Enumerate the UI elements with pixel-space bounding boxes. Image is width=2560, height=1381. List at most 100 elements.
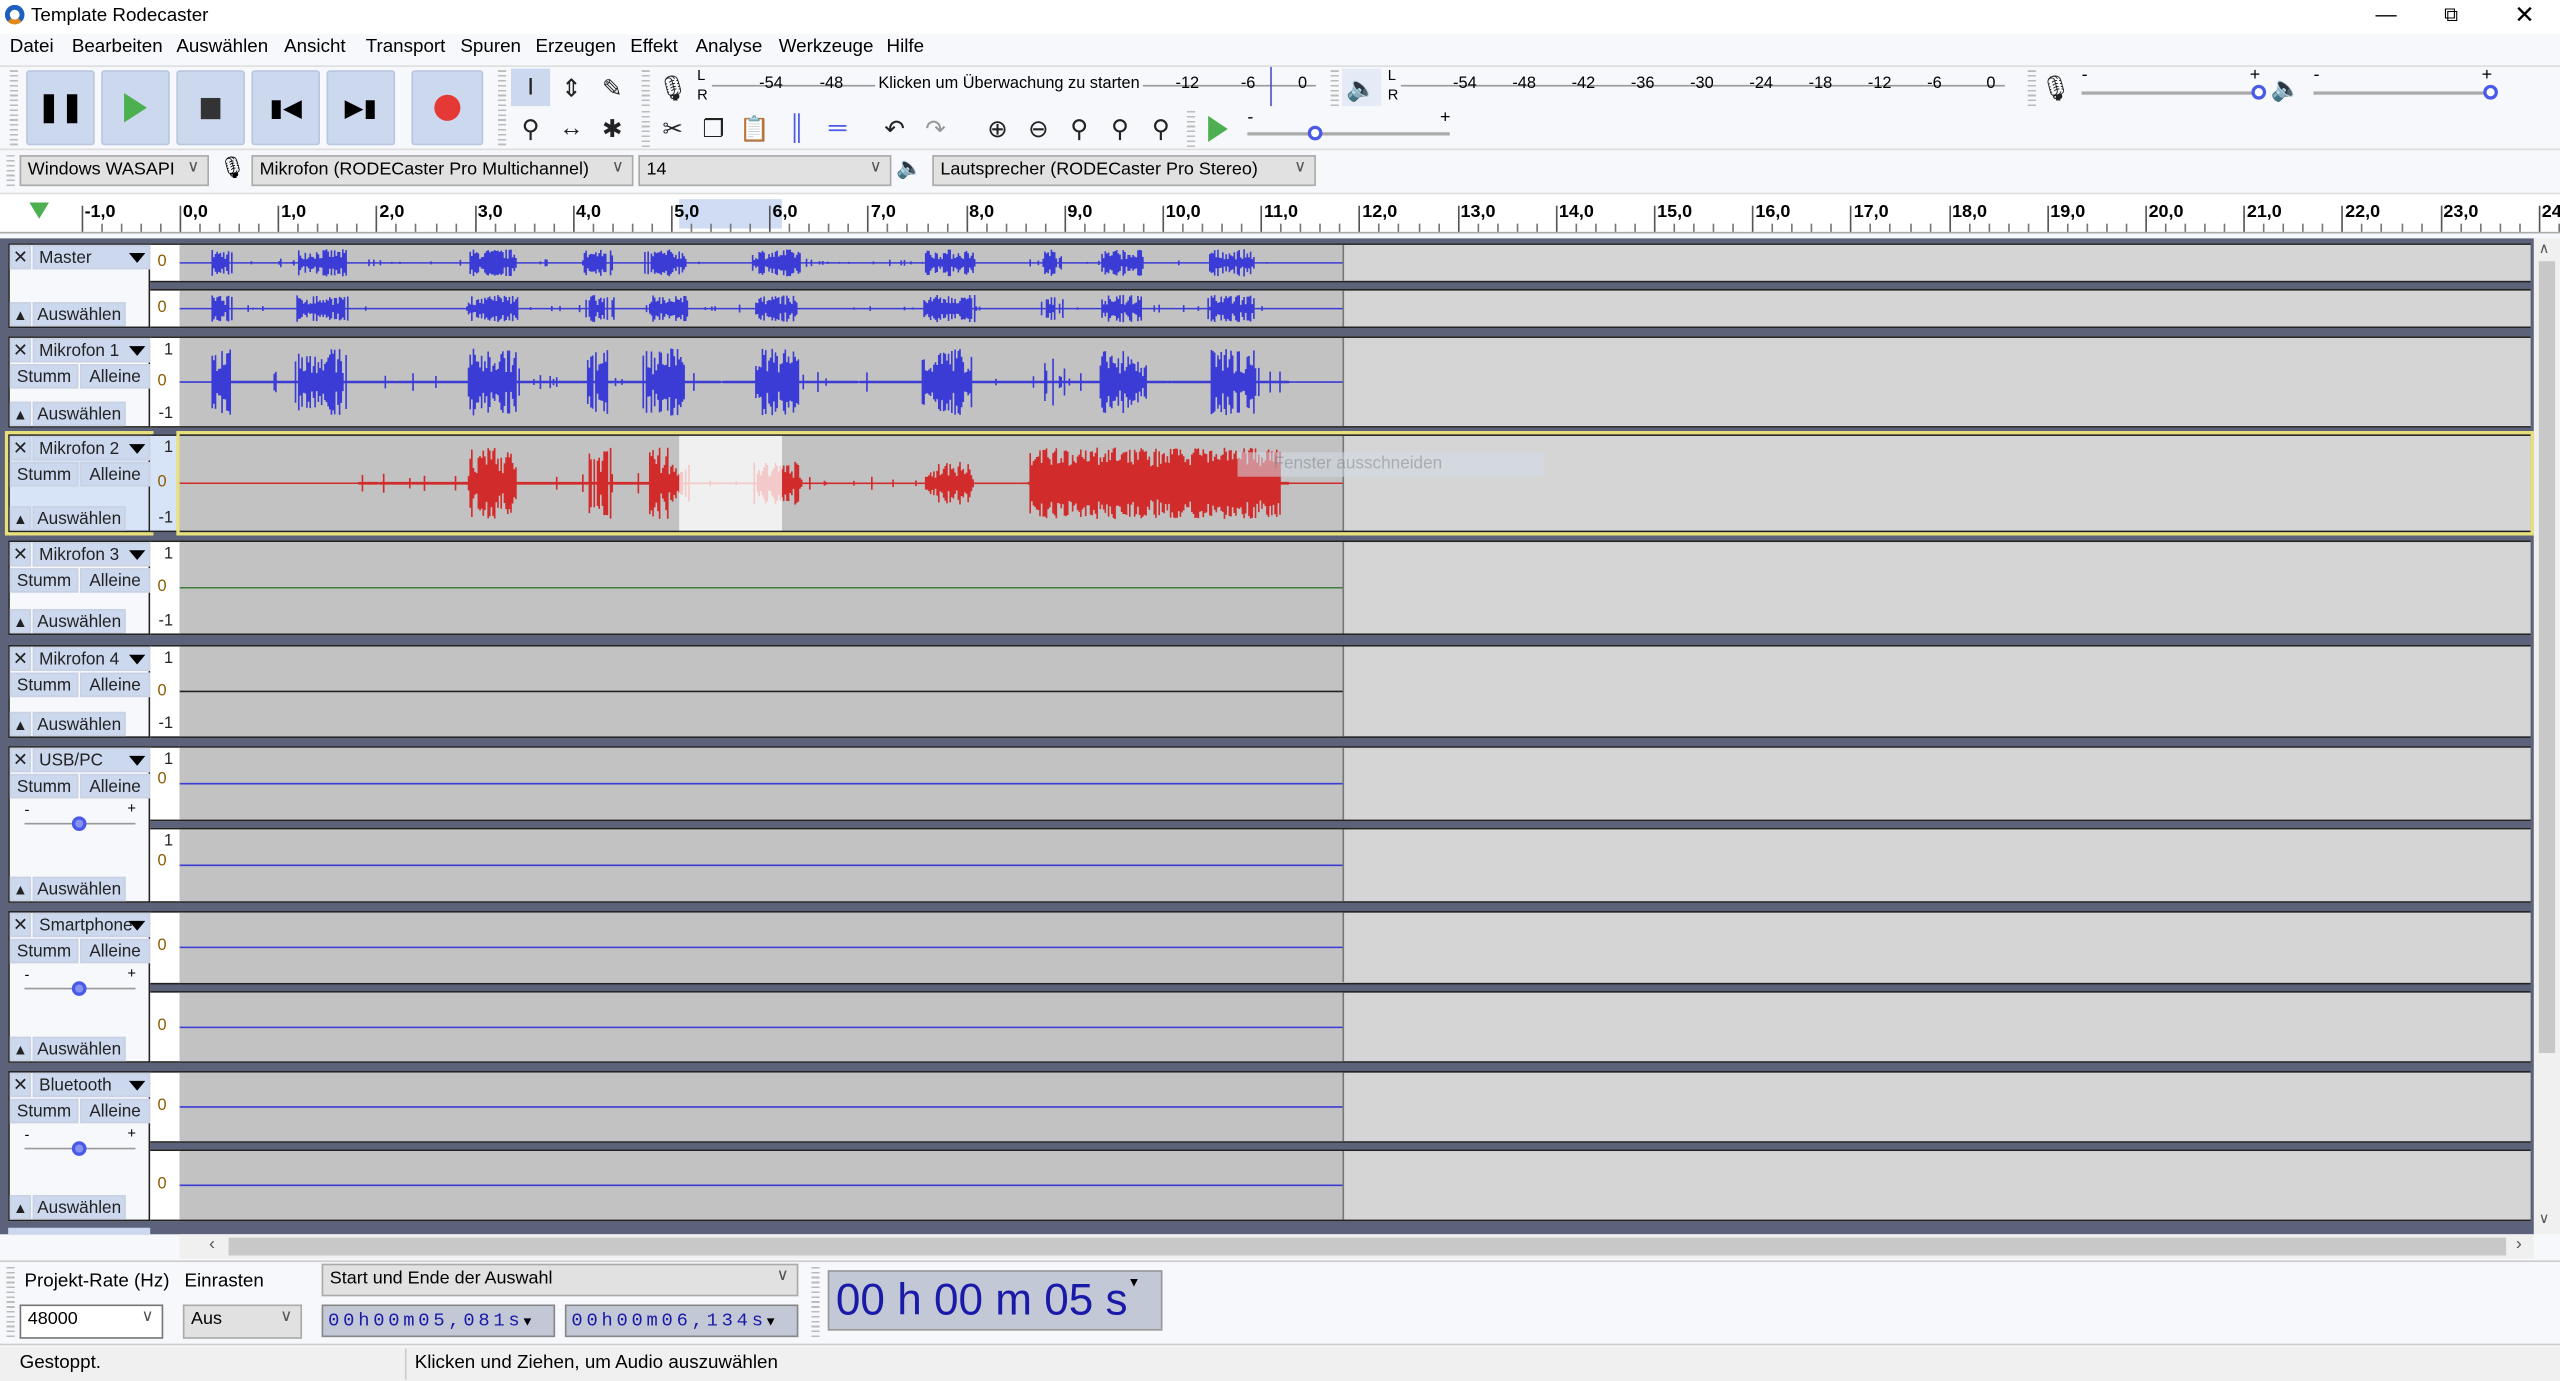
- menu-ansicht[interactable]: Ansicht: [284, 38, 346, 58]
- solo-button[interactable]: Alleine: [79, 568, 151, 593]
- track-name-menu[interactable]: USB/PC: [32, 747, 151, 773]
- stop-button[interactable]: [176, 70, 245, 146]
- solo-button[interactable]: Alleine: [79, 462, 151, 487]
- project-rate-select[interactable]: 48000 ∨: [19, 1304, 164, 1339]
- mute-button[interactable]: Stumm: [9, 938, 79, 964]
- track-header[interactable]: ✕ Mikrofon 2 Stumm Alleine ▲ Auswählen: [4, 431, 154, 536]
- select-track-button[interactable]: Auswählen: [32, 876, 126, 902]
- collapse-track-icon[interactable]: ▲: [9, 1195, 32, 1220]
- vertical-ruler[interactable]: 0: [150, 288, 180, 329]
- menu-werkzeuge[interactable]: Werkzeuge: [779, 38, 874, 58]
- menu-hilfe[interactable]: Hilfe: [887, 38, 925, 58]
- vertical-ruler[interactable]: 1 0 -1: [150, 644, 180, 738]
- menu-bearbeiten[interactable]: Bearbeiten: [72, 38, 163, 58]
- solo-button[interactable]: Alleine: [79, 938, 151, 964]
- minimize-icon[interactable]: —: [2376, 2, 2397, 26]
- mute-button[interactable]: Stumm: [9, 773, 79, 799]
- menu-analyse[interactable]: Analyse: [696, 38, 763, 58]
- vertical-ruler[interactable]: 10: [150, 746, 180, 822]
- waveform[interactable]: [179, 747, 2531, 820]
- waveform[interactable]: [179, 337, 2531, 427]
- waveform[interactable]: [179, 1072, 2531, 1142]
- selection-tool-icon[interactable]: I: [511, 68, 551, 107]
- collapse-track-icon[interactable]: ▲: [9, 302, 32, 327]
- slider-thumb[interactable]: [71, 981, 87, 996]
- play-button[interactable]: [101, 70, 170, 146]
- track-header[interactable]: ✕ Bluetooth Stumm Alleine - + ▲ Auswählen: [8, 1071, 151, 1222]
- solo-button[interactable]: Alleine: [79, 672, 151, 698]
- zoom-in-icon[interactable]: ⊕: [978, 109, 1017, 147]
- close-track-icon[interactable]: ✕: [9, 1072, 32, 1098]
- selection-mode-select[interactable]: Start und Ende der Auswahl ∨: [321, 1263, 799, 1297]
- select-track-button[interactable]: Auswählen: [32, 711, 126, 737]
- scroll-left-icon[interactable]: ‹: [209, 1234, 215, 1254]
- menu-auswaehlen[interactable]: Auswählen: [176, 38, 268, 58]
- slider-thumb[interactable]: [71, 816, 87, 832]
- close-track-icon[interactable]: ✕: [9, 337, 32, 363]
- track-name-menu[interactable]: Mikrofon 3: [32, 542, 151, 567]
- menu-transport[interactable]: Transport: [366, 38, 446, 58]
- recording-volume-slider[interactable]: [2081, 91, 2262, 95]
- playback-device-select[interactable]: Lautsprecher (RODECaster Pro Stereo) ∨: [932, 155, 1316, 187]
- scrollbar-thumb[interactable]: [2538, 261, 2556, 1054]
- dropdown-arrow-icon[interactable]: ▼: [1128, 1275, 1141, 1290]
- restore-icon[interactable]: ⧉: [2444, 3, 2458, 27]
- dropdown-arrow-icon[interactable]: ▼: [767, 1316, 779, 1331]
- scroll-up-icon[interactable]: ∧: [2539, 240, 2550, 258]
- slider-thumb[interactable]: [2251, 84, 2267, 100]
- selection-start-field[interactable]: 00h00m05,081s▼: [321, 1304, 556, 1338]
- waveform[interactable]: [179, 435, 2531, 531]
- track-header[interactable]: ✕ Mikrofon 3 Stumm Alleine ▲ Auswählen: [8, 540, 151, 636]
- slider-thumb[interactable]: [1307, 125, 1323, 141]
- channel-view[interactable]: [179, 746, 2531, 822]
- copy-icon[interactable]: ❐: [694, 109, 733, 147]
- vertical-ruler[interactable]: 0: [150, 1071, 180, 1143]
- close-track-icon[interactable]: ✕: [9, 542, 32, 567]
- recording-channels-select[interactable]: 14 ∨: [638, 155, 892, 187]
- track-header[interactable]: ✕ Master ▲ Auswählen: [8, 243, 151, 329]
- track-header[interactable]: ✕ Mikrofon 4 Stumm Alleine ▲ Auswählen: [8, 644, 151, 738]
- track-header[interactable]: ✕ USB/PC Stumm Alleine - + ▲ Auswählen: [8, 746, 151, 903]
- vertical-ruler[interactable]: 1 0 -1: [150, 336, 180, 428]
- multi-tool-icon[interactable]: ✱: [593, 109, 632, 147]
- zoom-out-icon[interactable]: ⊖: [1019, 109, 1058, 147]
- channel-view[interactable]: [179, 990, 2531, 1063]
- collapse-track-icon[interactable]: ▲: [9, 1036, 32, 1062]
- channel-view[interactable]: Fenster ausschneiden: [176, 431, 2534, 536]
- scrollbar-thumb[interactable]: [228, 1237, 2507, 1256]
- fit-selection-icon[interactable]: ⚲: [1060, 109, 1099, 147]
- channel-view[interactable]: [179, 1071, 2531, 1143]
- vertical-ruler[interactable]: 0: [150, 990, 180, 1063]
- record-button[interactable]: [411, 70, 484, 146]
- waveform[interactable]: [179, 244, 2531, 281]
- mute-button[interactable]: Stumm: [9, 364, 79, 389]
- select-track-button[interactable]: Auswählen: [32, 506, 126, 531]
- collapse-track-icon[interactable]: ▲: [9, 711, 32, 737]
- mute-button[interactable]: Stumm: [9, 462, 79, 487]
- solo-button[interactable]: Alleine: [79, 364, 151, 389]
- mute-button[interactable]: Stumm: [9, 1098, 79, 1124]
- trim-audio-icon[interactable]: ║: [777, 109, 816, 147]
- close-track-icon[interactable]: ✕: [9, 435, 32, 461]
- collapse-track-icon[interactable]: ▲: [9, 401, 32, 427]
- silence-audio-icon[interactable]: ═: [818, 109, 857, 147]
- collapse-track-icon[interactable]: ▲: [9, 608, 32, 634]
- play-at-speed-button[interactable]: [1198, 109, 1237, 147]
- waveform[interactable]: [179, 290, 2531, 327]
- skip-to-start-button[interactable]: ▮◀: [251, 70, 320, 146]
- vertical-ruler[interactable]: 0: [150, 243, 180, 283]
- select-track-button[interactable]: Auswählen: [32, 401, 126, 427]
- track-name-menu[interactable]: Master: [32, 244, 151, 270]
- audio-host-select[interactable]: Windows WASAPI ∨: [19, 155, 209, 187]
- channel-view[interactable]: [179, 540, 2531, 636]
- collapse-track-icon[interactable]: ▲: [9, 506, 32, 531]
- waveform[interactable]: [179, 991, 2531, 1062]
- mute-button[interactable]: Stumm: [9, 672, 79, 698]
- waveform[interactable]: [179, 829, 2531, 902]
- waveform[interactable]: [179, 646, 2531, 737]
- timeshift-tool-icon[interactable]: ↔: [552, 109, 591, 147]
- solo-button[interactable]: Alleine: [79, 773, 151, 799]
- cut-icon[interactable]: ✂: [653, 109, 692, 147]
- waveform[interactable]: [179, 1151, 2531, 1220]
- selection-end-field[interactable]: 00h00m06,134s▼: [564, 1304, 799, 1338]
